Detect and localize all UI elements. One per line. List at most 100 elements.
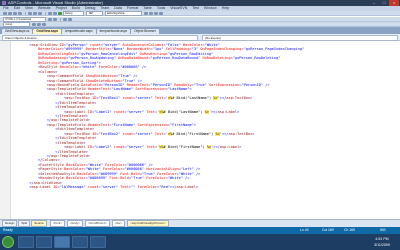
uncomment-button[interactable]	[68, 17, 72, 21]
code-token: SortExpression	[135, 122, 168, 127]
code-token: HeaderText	[124, 82, 149, 87]
code-token: asp:GridView	[33, 180, 60, 185]
code-token: HeaderStyle	[40, 176, 64, 181]
code-token: asp:TemplateField	[50, 118, 88, 123]
tag-breadcrumb[interactable]: <body>	[66, 220, 83, 227]
tag-breadcrumb[interactable]: <form#form1>	[84, 220, 110, 227]
copy-button[interactable]	[33, 11, 37, 15]
media-taskbar-icon[interactable]	[72, 236, 88, 248]
cut-button[interactable]	[28, 11, 32, 15]
configuration-select[interactable]: Debug	[63, 10, 84, 16]
tag-breadcrumb[interactable]: <html>	[49, 220, 65, 227]
view-button-source[interactable]: Source	[31, 220, 47, 227]
platform-select[interactable]: .NET	[86, 10, 103, 16]
code-token: ForeColor	[135, 185, 158, 189]
code-token: " />	[128, 74, 138, 79]
code-token: Left	[183, 167, 192, 172]
code-editor[interactable]: <asp:GridView ID="gvPerson" runat="serve…	[0, 41, 400, 219]
view-button-split[interactable]: Split	[18, 220, 31, 227]
open-file-button[interactable]	[8, 11, 12, 15]
save-button[interactable]	[13, 11, 17, 15]
code-token: asp:Label	[31, 185, 51, 189]
code-token: False	[167, 43, 179, 47]
code-token: HeaderText	[85, 122, 110, 127]
windows-start-icon[interactable]	[2, 236, 14, 248]
code-token: "></	[167, 185, 177, 189]
check-page-button[interactable]	[53, 17, 57, 21]
paste-button[interactable]	[38, 11, 42, 15]
solution-explorer-button[interactable]	[149, 11, 153, 15]
code-token: >	[87, 153, 90, 158]
insert-mode: INS	[380, 228, 386, 232]
code-token: OnPageIndexChanging	[198, 47, 242, 52]
code-token: " />	[260, 82, 270, 87]
code-token: server	[128, 109, 142, 114]
code-token: runat	[111, 145, 125, 150]
code-token: White	[206, 43, 218, 47]
column-number: Col 169	[322, 228, 334, 232]
code-token: Font-Bold	[107, 176, 129, 181]
code-token: server	[137, 131, 151, 136]
view-button-design[interactable]: Design	[2, 220, 18, 227]
folder-taskbar-icon[interactable]	[90, 236, 106, 248]
code-token: >	[87, 118, 90, 123]
tag-breadcrumb[interactable]: <div>	[111, 220, 126, 227]
comment-button[interactable]	[63, 17, 67, 21]
code-token: Columns	[40, 69, 56, 74]
find-combo[interactable]: EditorStyleStyle	[105, 10, 142, 16]
format-button[interactable]	[48, 17, 52, 21]
redo-button[interactable]	[53, 11, 57, 15]
code-token: ShowDeleteButton	[83, 78, 121, 83]
code-token: >	[55, 69, 58, 74]
code-token: HorizontalAlign	[144, 167, 179, 172]
code-token: BackColor	[63, 162, 86, 167]
document-tabs: GridView.aspx.cs GridView.aspx tempwebcode…	[0, 27, 400, 34]
find-button[interactable]	[144, 11, 148, 15]
save-all-button[interactable]	[18, 11, 22, 15]
visual-studio-taskbar-icon[interactable]	[54, 236, 70, 248]
code-token: Label1	[96, 109, 110, 114]
underline-button[interactable]	[42, 22, 46, 26]
bold-button[interactable]	[32, 22, 36, 26]
code-token: ItemTemplate	[57, 140, 84, 145]
code-token: EditItemTemplate	[59, 100, 95, 105]
code-token: asp:TextBox	[228, 131, 253, 136]
status-text: Ready	[3, 228, 13, 232]
browser-taskbar-icon[interactable]	[36, 236, 52, 248]
code-token: server	[128, 145, 142, 150]
code-token: asp:TemplateField	[48, 87, 86, 92]
code-token: SortExpression	[133, 87, 166, 92]
code-lines[interactable]: <asp:GridView ID="gvPerson" runat="serve…	[12, 43, 397, 189]
code-token: ForeColor	[154, 171, 177, 176]
code-token: HeaderText	[85, 87, 110, 92]
toolbox-button[interactable]	[159, 11, 163, 15]
properties-button[interactable]	[154, 11, 158, 15]
undo-button[interactable]	[48, 11, 52, 15]
tag-breadcrumb[interactable]: <asp:GridView#gvPerson>	[127, 220, 169, 227]
new-project-button[interactable]	[3, 11, 7, 15]
code-token: asp:TemplateField	[50, 153, 88, 158]
code-token: gvPerson_RowUpdating	[70, 56, 114, 61]
view-bar: Design Split Source <html> <body> <form#form1…	[0, 219, 400, 227]
code-token: gvPerson_PageIndexChanging	[245, 47, 303, 52]
clock-date: 3/11/2009	[374, 243, 390, 247]
code-token: ReadOnly	[172, 82, 192, 87]
style-select[interactable]: (none)	[3, 21, 30, 27]
italic-button[interactable]	[37, 22, 41, 26]
char-number: Ch 169	[344, 228, 355, 232]
code-token: EditItemTemplate	[57, 127, 93, 132]
code-token: >	[85, 149, 88, 154]
code-token: runat	[85, 185, 99, 189]
system-clock[interactable]: 4:53 PM 3/11/2009	[366, 236, 398, 248]
code-token: Label2	[96, 145, 110, 150]
explorer-taskbar-icon[interactable]	[18, 236, 34, 248]
code-token: BackColor	[63, 176, 86, 181]
start-debug-button[interactable]	[58, 11, 62, 15]
code-token: #000066	[128, 162, 145, 167]
